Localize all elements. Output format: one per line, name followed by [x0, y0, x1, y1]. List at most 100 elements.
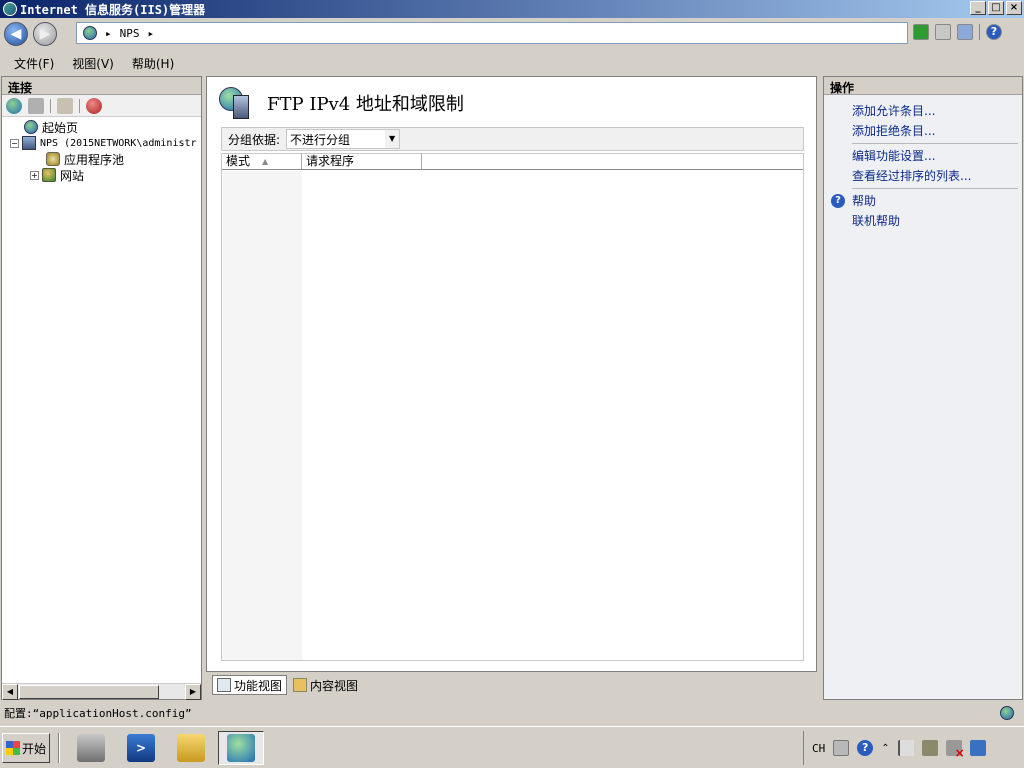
actions-divider — [852, 188, 1018, 189]
action-view-ordered-list[interactable]: 查看经过排序的列表... — [824, 166, 1022, 186]
folder-icon — [177, 734, 205, 762]
scroll-thumb[interactable] — [19, 685, 159, 699]
powershell-icon: > — [127, 734, 155, 762]
scroll-left-icon[interactable]: ◀ — [2, 683, 18, 700]
view-switcher: 功能视图 内容视图 — [212, 675, 362, 695]
start-label: 开始 — [22, 741, 47, 756]
action-add-deny-entry[interactable]: 添加拒绝条目... — [824, 121, 1022, 141]
grid-header: 模式 ▲ 请求程序 — [222, 154, 803, 170]
minimize-button[interactable]: _ — [970, 1, 986, 15]
address-breadcrumb[interactable]: ▸ NPS ▸ — [76, 22, 908, 44]
volume-muted-icon[interactable] — [945, 740, 965, 760]
keyboard-icon[interactable] — [833, 740, 850, 756]
taskbar-powershell[interactable]: > — [118, 731, 164, 765]
up-level-icon[interactable] — [57, 97, 73, 114]
address-toolbar: ◀ ▶ ▸ NPS ▸ ? — [0, 18, 1024, 50]
server-manager-icon — [77, 734, 105, 762]
column-label: 模式 — [226, 154, 251, 168]
connections-toolbar — [2, 95, 201, 117]
action-center-flag-icon[interactable] — [897, 740, 914, 756]
tab-content-view[interactable]: 内容视图 — [289, 675, 362, 695]
grid-sorted-column — [222, 171, 302, 660]
tree-item-label: 起始页 — [42, 120, 79, 135]
actions-header: 操作 — [824, 77, 1022, 95]
sites-icon — [42, 168, 56, 182]
collapse-icon[interactable]: − — [10, 138, 19, 148]
toolbar-separator — [79, 98, 80, 113]
tab-label: 内容视图 — [310, 678, 359, 693]
connect-icon[interactable] — [6, 97, 22, 114]
breadcrumb-nps[interactable]: NPS — [120, 27, 140, 40]
globe-icon — [83, 26, 97, 40]
help-icon: ? — [831, 194, 845, 208]
chevron-up-icon[interactable]: ⌃ — [881, 743, 889, 754]
help-icon[interactable]: ? — [986, 24, 1002, 40]
network-icon[interactable] — [921, 740, 938, 756]
taskbar-explorer[interactable] — [168, 731, 214, 765]
scroll-right-icon[interactable]: ▶ — [185, 684, 201, 700]
menu-view[interactable]: 视图(V) — [72, 55, 114, 72]
breadcrumb-separator-icon: ▸ — [105, 26, 112, 40]
column-label: 请求程序 — [306, 154, 355, 168]
column-mode[interactable]: 模式 ▲ — [222, 154, 302, 169]
app-pool-icon — [46, 152, 60, 166]
feature-pane: FTP IPv4 地址和域限制 分组依据: 不进行分组 ▼ 模式 ▲ 请求程序 — [206, 76, 817, 672]
action-help[interactable]: ? 帮助 — [824, 191, 1022, 211]
group-by-value: 不进行分组 — [290, 132, 351, 147]
disconnect-icon[interactable] — [86, 97, 102, 114]
taskbar-iis-manager[interactable] — [218, 731, 264, 765]
actions-divider — [852, 143, 1018, 144]
tab-feature-view[interactable]: 功能视图 — [212, 675, 288, 695]
breadcrumb-separator-icon: ▸ — [147, 26, 155, 40]
server-icon — [22, 136, 36, 150]
ip-restrictions-icon — [219, 87, 253, 119]
tree-item-server[interactable]: − NPS (2015NETWORK\administr — [2, 135, 201, 151]
action-edit-feature-settings[interactable]: 编辑功能设置... — [824, 146, 1022, 166]
connections-tree: 起始页 − NPS (2015NETWORK\administr 应用程序池 +… — [2, 117, 201, 185]
column-requestor[interactable]: 请求程序 — [302, 154, 422, 169]
menu-help[interactable]: 帮助(H) — [132, 55, 174, 72]
actions-list: 添加允许条目... 添加拒绝条目... 编辑功能设置... 查看经过排序的列表.… — [824, 95, 1022, 231]
feature-header: FTP IPv4 地址和域限制 — [219, 87, 464, 119]
close-button[interactable]: × — [1006, 1, 1022, 15]
tree-item-start-page[interactable]: 起始页 — [2, 119, 201, 135]
tree-item-app-pools[interactable]: 应用程序池 — [2, 151, 201, 167]
tree-item-sites[interactable]: + 网站 — [2, 167, 201, 183]
action-label: 帮助 — [852, 194, 877, 208]
save-icon[interactable] — [28, 97, 44, 114]
taskbar-server-manager[interactable] — [68, 731, 114, 765]
connections-pane: 连接 起始页 − NPS (2015NETWORK\administr 应用程序… — [1, 76, 202, 700]
tree-item-label: 应用程序池 — [64, 152, 125, 167]
stop-icon[interactable] — [935, 24, 951, 40]
connections-header: 连接 — [2, 77, 201, 95]
home-icon[interactable] — [957, 24, 973, 40]
action-add-allow-entry[interactable]: 添加允许条目... — [824, 101, 1022, 121]
language-indicator[interactable]: CH — [812, 742, 825, 755]
forward-button[interactable]: ▶ — [33, 22, 57, 46]
windows-logo-icon — [6, 741, 20, 755]
expand-icon[interactable]: + — [30, 170, 39, 180]
system-tray: CH ? ⌃ — [803, 731, 986, 765]
action-online-help[interactable]: 联机帮助 — [824, 211, 1022, 231]
group-by-bar: 分组依据: 不进行分组 ▼ — [221, 127, 804, 151]
window-title: Internet 信息服务(IIS)管理器 — [20, 2, 206, 17]
toolbar-separator — [979, 24, 980, 40]
start-button[interactable]: 开始 — [2, 733, 50, 763]
refresh-icon[interactable] — [913, 24, 929, 40]
chevron-down-icon[interactable]: ▼ — [385, 130, 400, 148]
title-bar: Internet 信息服务(IIS)管理器 _ □ × — [0, 0, 1024, 18]
help-icon[interactable]: ? — [857, 740, 874, 756]
group-by-select[interactable]: 不进行分组 ▼ — [286, 129, 401, 149]
show-desktop-icon[interactable] — [969, 740, 986, 756]
menu-file[interactable]: 文件(F) — [14, 55, 54, 72]
horizontal-scrollbar[interactable]: ◀ ▶ — [2, 683, 201, 700]
restrictions-grid: 模式 ▲ 请求程序 — [221, 153, 804, 661]
tab-label: 功能视图 — [234, 678, 283, 693]
feature-view-icon — [217, 678, 231, 692]
iis-manager-icon — [227, 734, 255, 762]
content-view-icon — [293, 678, 308, 692]
back-button[interactable]: ◀ — [4, 22, 28, 46]
toolbar-separator — [50, 98, 51, 113]
maximize-button[interactable]: □ — [988, 1, 1004, 15]
taskbar-separator — [58, 733, 60, 763]
